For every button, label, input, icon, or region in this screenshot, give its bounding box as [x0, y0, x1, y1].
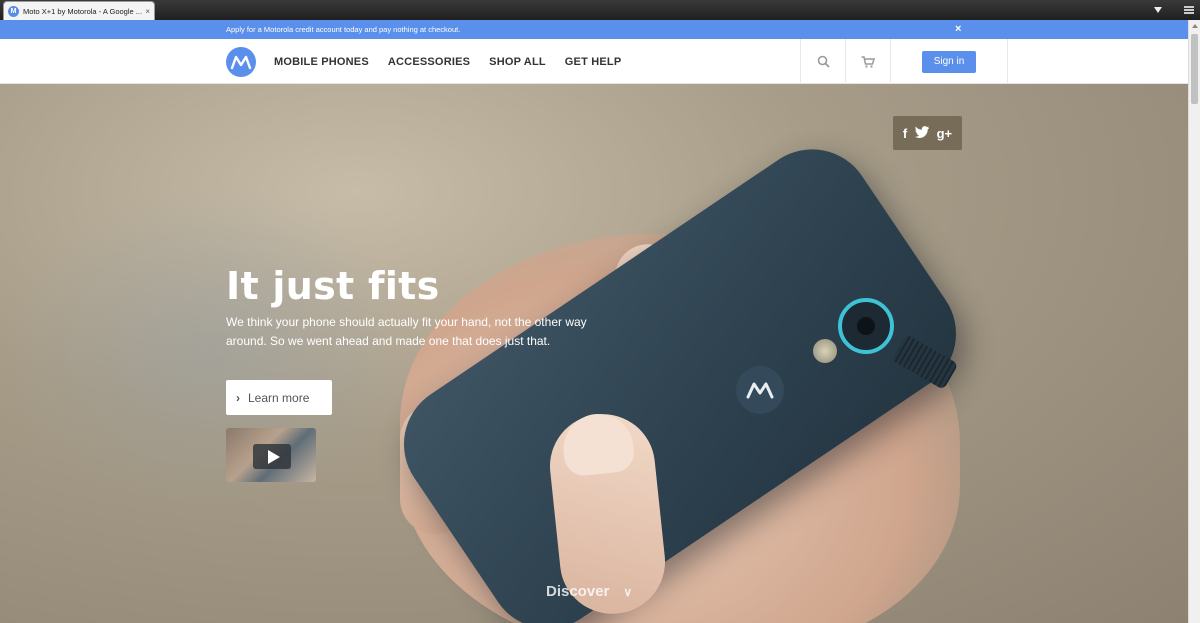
nav-get-help[interactable]: GET HELP	[565, 56, 622, 68]
learn-more-button[interactable]: › Learn more	[226, 380, 332, 415]
signin-cell: Sign in	[890, 39, 1008, 84]
nav-accessories[interactable]: ACCESSORIES	[388, 56, 470, 68]
tab-list-icon[interactable]	[1154, 7, 1162, 13]
twitter-bird-icon	[914, 125, 930, 138]
play-icon	[267, 449, 280, 464]
promo-close-icon[interactable]: ×	[955, 23, 961, 35]
phone-flash-image	[813, 339, 837, 363]
chevron-right-icon: ›	[236, 390, 240, 405]
chevron-down-icon: ∨	[623, 584, 633, 599]
video-thumbnail[interactable]	[226, 428, 316, 482]
nav-utilities: Sign in	[800, 39, 1008, 84]
google-plus-icon[interactable]: g+	[937, 126, 953, 141]
page-viewport: Apply for a Motorola credit account toda…	[0, 20, 1188, 623]
hero-section: f g+ It just fits We think your phone sh…	[0, 84, 1188, 623]
vertical-scrollbar[interactable]	[1188, 20, 1200, 623]
scroll-up-icon[interactable]	[1192, 24, 1198, 28]
motorola-m-icon	[746, 382, 774, 399]
social-share: f g+	[893, 116, 962, 150]
nav-mobile-phones[interactable]: MOBILE PHONES	[274, 56, 369, 68]
scrollbar-thumb[interactable]	[1191, 34, 1198, 104]
search-button[interactable]	[800, 39, 845, 84]
browser-menu	[1154, 3, 1194, 17]
main-nav: MOBILE PHONES ACCESSORIES SHOP ALL GET H…	[0, 39, 1188, 84]
promo-text[interactable]: Apply for a Motorola credit account toda…	[226, 25, 460, 34]
play-button[interactable]	[253, 444, 291, 469]
cart-icon	[861, 55, 875, 68]
promo-banner: Apply for a Motorola credit account toda…	[0, 20, 1188, 39]
motorola-logo[interactable]	[226, 47, 256, 77]
twitter-icon[interactable]	[914, 125, 930, 141]
facebook-icon[interactable]: f	[903, 126, 907, 141]
nav-links: MOBILE PHONES ACCESSORIES SHOP ALL GET H…	[274, 39, 621, 84]
menu-icon[interactable]	[1184, 6, 1194, 14]
discover-label: Discover	[546, 583, 610, 600]
learn-more-label: Learn more	[248, 390, 310, 405]
nav-shop-all[interactable]: SHOP ALL	[489, 56, 546, 68]
search-icon	[817, 55, 830, 68]
signin-button[interactable]: Sign in	[922, 50, 976, 73]
browser-chrome: M Moto X+1 by Motorola - A Google ... ×	[0, 0, 1200, 20]
tab-close-icon[interactable]: ×	[145, 7, 150, 16]
browser-tab[interactable]: M Moto X+1 by Motorola - A Google ... ×	[3, 1, 155, 20]
motorola-favicon-icon: M	[8, 5, 19, 17]
motorola-m-icon	[230, 55, 252, 70]
hero-headline: It just fits	[226, 264, 440, 308]
phone-camera-image	[838, 298, 894, 354]
hero-subhead: We think your phone should actually fit …	[226, 315, 587, 348]
discover-link[interactable]: Discover ∨	[546, 583, 632, 600]
tab-title: Moto X+1 by Motorola - A Google ...	[23, 6, 143, 16]
cart-button[interactable]	[845, 39, 890, 84]
phone-logo-image	[736, 366, 784, 414]
